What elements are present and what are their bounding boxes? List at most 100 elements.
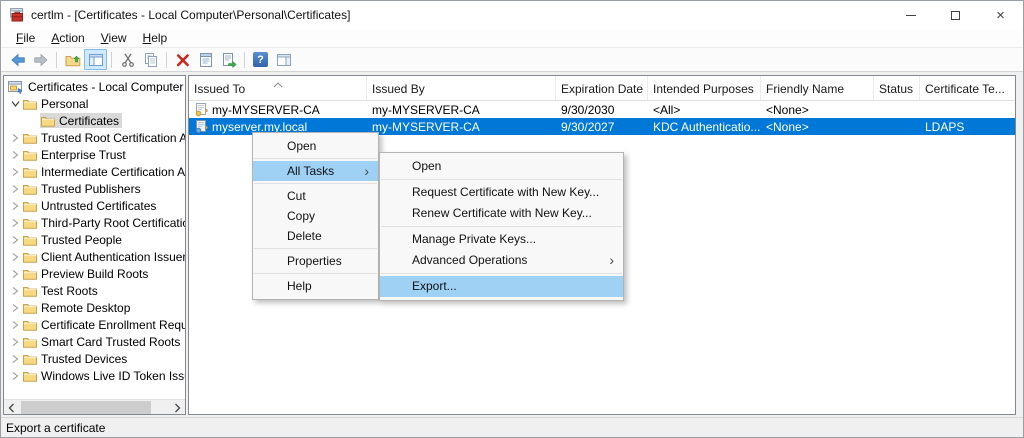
menu-item-label: Renew Certificate with New Key... <box>412 206 592 220</box>
maximize-button[interactable] <box>933 1 978 29</box>
menu-item-delete[interactable]: Delete <box>253 226 378 246</box>
menu-item-properties[interactable]: Properties <box>253 251 378 271</box>
up-one-level-button[interactable] <box>61 49 84 70</box>
column-header-certificate-te[interactable]: Certificate Te... <box>920 76 1015 100</box>
chevron-collapsed-icon[interactable] <box>8 149 22 161</box>
column-header-label: Issued To <box>194 82 245 96</box>
tree-item-certificate-enrollment-requests[interactable]: Certificate Enrollment Requests <box>4 316 185 333</box>
scroll-left-arrow-icon[interactable] <box>4 400 19 415</box>
chevron-collapsed-icon[interactable] <box>8 200 22 212</box>
chevron-expanded-icon[interactable] <box>8 98 22 109</box>
folder-icon <box>23 217 37 229</box>
close-button[interactable]: × <box>978 1 1023 29</box>
chevron-collapsed-icon[interactable] <box>8 183 22 195</box>
tree-item-test-roots[interactable]: Test Roots <box>4 282 185 299</box>
show-action-pane-button[interactable] <box>272 49 295 70</box>
status-text: Export a certificate <box>6 421 105 435</box>
horizontal-scrollbar[interactable] <box>4 399 185 414</box>
menu-action[interactable]: Action <box>43 29 92 48</box>
chevron-collapsed-icon[interactable] <box>8 166 22 178</box>
chevron-collapsed-icon[interactable] <box>8 336 22 348</box>
copy-button[interactable] <box>139 49 162 70</box>
column-header-issued-by[interactable]: Issued By <box>367 76 556 100</box>
scroll-right-arrow-icon[interactable] <box>170 400 185 415</box>
cut-button[interactable] <box>116 49 139 70</box>
chevron-collapsed-icon[interactable] <box>8 302 22 314</box>
tree-item-certificates-local-computer[interactable]: Certificates - Local Computer <box>4 78 185 95</box>
forward-button[interactable] <box>29 49 52 70</box>
chevron-collapsed-icon[interactable] <box>8 285 22 297</box>
certificate-row-my-myserver-ca[interactable]: my-MYSERVER-CAmy-MYSERVER-CA9/30/2030<Al… <box>189 101 1015 118</box>
menu-item-export[interactable]: Export... <box>380 276 623 297</box>
tree-item-preview-build-roots[interactable]: Preview Build Roots <box>4 265 185 282</box>
menu-item-label: Help <box>287 279 312 293</box>
cell-text: KDC Authenticatio... <box>653 120 760 134</box>
maximize-icon <box>951 11 960 20</box>
tree-item-remote-desktop[interactable]: Remote Desktop <box>4 299 185 316</box>
chevron-collapsed-icon[interactable] <box>8 319 22 331</box>
tree-item-personal[interactable]: Personal <box>4 95 185 112</box>
menu-item-open[interactable]: Open <box>380 156 623 177</box>
help-button[interactable]: ? <box>249 49 272 70</box>
tree-item-trusted-people[interactable]: Trusted People <box>4 231 185 248</box>
scrollbar-thumb[interactable] <box>21 401 151 414</box>
column-header-intended-purposes[interactable]: Intended Purposes <box>648 76 761 100</box>
menu-item-request-certificate-with-new-key[interactable]: Request Certificate with New Key... <box>380 182 623 203</box>
tree-item-trusted-root-certification-authorities[interactable]: Trusted Root Certification Authorities <box>4 129 185 146</box>
menu-item-renew-certificate-with-new-key[interactable]: Renew Certificate with New Key... <box>380 203 623 224</box>
chevron-collapsed-icon[interactable] <box>8 251 22 263</box>
properties-button[interactable] <box>194 49 217 70</box>
tree-item-client-authentication-issuers[interactable]: Client Authentication Issuers <box>4 248 185 265</box>
certificate-list: my-MYSERVER-CAmy-MYSERVER-CA9/30/2030<Al… <box>189 101 1015 135</box>
menu-view[interactable]: View <box>93 29 135 48</box>
menu-item-all-tasks[interactable]: All Tasks› <box>253 161 378 181</box>
tree-item-label: Certificate Enrollment Requests <box>41 318 186 332</box>
column-header-expiration-date[interactable]: Expiration Date <box>556 76 648 100</box>
menu-item-advanced-operations[interactable]: Advanced Operations› <box>380 250 623 271</box>
cut-icon <box>120 52 136 68</box>
column-header-status[interactable]: Status <box>874 76 920 100</box>
menu-bar: FileActionViewHelp <box>1 29 1023 48</box>
column-header-label: Issued By <box>372 82 425 96</box>
column-header-issued-to[interactable]: Issued To <box>189 76 367 100</box>
tree-item-smart-card-trusted-roots[interactable]: Smart Card Trusted Roots <box>4 333 185 350</box>
back-button[interactable] <box>6 49 29 70</box>
cell-text: my-MYSERVER-CA <box>372 120 480 134</box>
export-list-button[interactable] <box>217 49 240 70</box>
chevron-collapsed-icon[interactable] <box>8 217 22 229</box>
menu-item-open[interactable]: Open <box>253 136 378 156</box>
menu-item-manage-private-keys[interactable]: Manage Private Keys... <box>380 229 623 250</box>
menu-item-label: Open <box>287 139 316 153</box>
certificate-tree: Certificates - Local ComputerPersonal Cer… <box>4 78 185 384</box>
tree-item-untrusted-certificates[interactable]: Untrusted Certificates <box>4 197 185 214</box>
cell-issued-by: my-MYSERVER-CA <box>367 101 556 118</box>
minimize-button[interactable] <box>888 1 933 29</box>
menu-file[interactable]: File <box>8 29 43 48</box>
chevron-collapsed-icon[interactable] <box>8 132 22 144</box>
tree-item-enterprise-trust[interactable]: Enterprise Trust <box>4 146 185 163</box>
tree-item-intermediate-certification-authorities[interactable]: Intermediate Certification Authorities <box>4 163 185 180</box>
tree-item-trusted-publishers[interactable]: Trusted Publishers <box>4 180 185 197</box>
tree-item-windows-live-id-token-issuer[interactable]: Windows Live ID Token Issuer <box>4 367 185 384</box>
tree-item-certificates[interactable]: Certificates <box>4 112 185 129</box>
chevron-collapsed-icon[interactable] <box>8 370 22 382</box>
tree-item-core: Preview Build Roots <box>22 266 151 281</box>
column-header-label: Expiration Date <box>561 82 643 96</box>
menu-item-help[interactable]: Help <box>253 276 378 296</box>
tree-item-third-party-root-certification-authorities[interactable]: Third-Party Root Certification Authoriti… <box>4 214 185 231</box>
show-console-tree-icon <box>88 52 104 68</box>
tree-item-label: Untrusted Certificates <box>41 199 156 213</box>
show-action-pane-icon <box>276 52 292 68</box>
tree-item-trusted-devices[interactable]: Trusted Devices <box>4 350 185 367</box>
menu-item-copy[interactable]: Copy <box>253 206 378 226</box>
menu-item-cut[interactable]: Cut <box>253 186 378 206</box>
chevron-collapsed-icon[interactable] <box>8 353 22 365</box>
show-console-tree-button[interactable] <box>84 49 107 70</box>
chevron-collapsed-icon[interactable] <box>8 234 22 246</box>
chevron-collapsed-icon[interactable] <box>8 268 22 280</box>
folder-icon <box>23 234 37 246</box>
column-header-friendly-name[interactable]: Friendly Name <box>761 76 874 100</box>
menu-help[interactable]: Help <box>135 29 176 48</box>
tree-item-label: Certificates <box>59 114 119 128</box>
delete-button[interactable] <box>171 49 194 70</box>
